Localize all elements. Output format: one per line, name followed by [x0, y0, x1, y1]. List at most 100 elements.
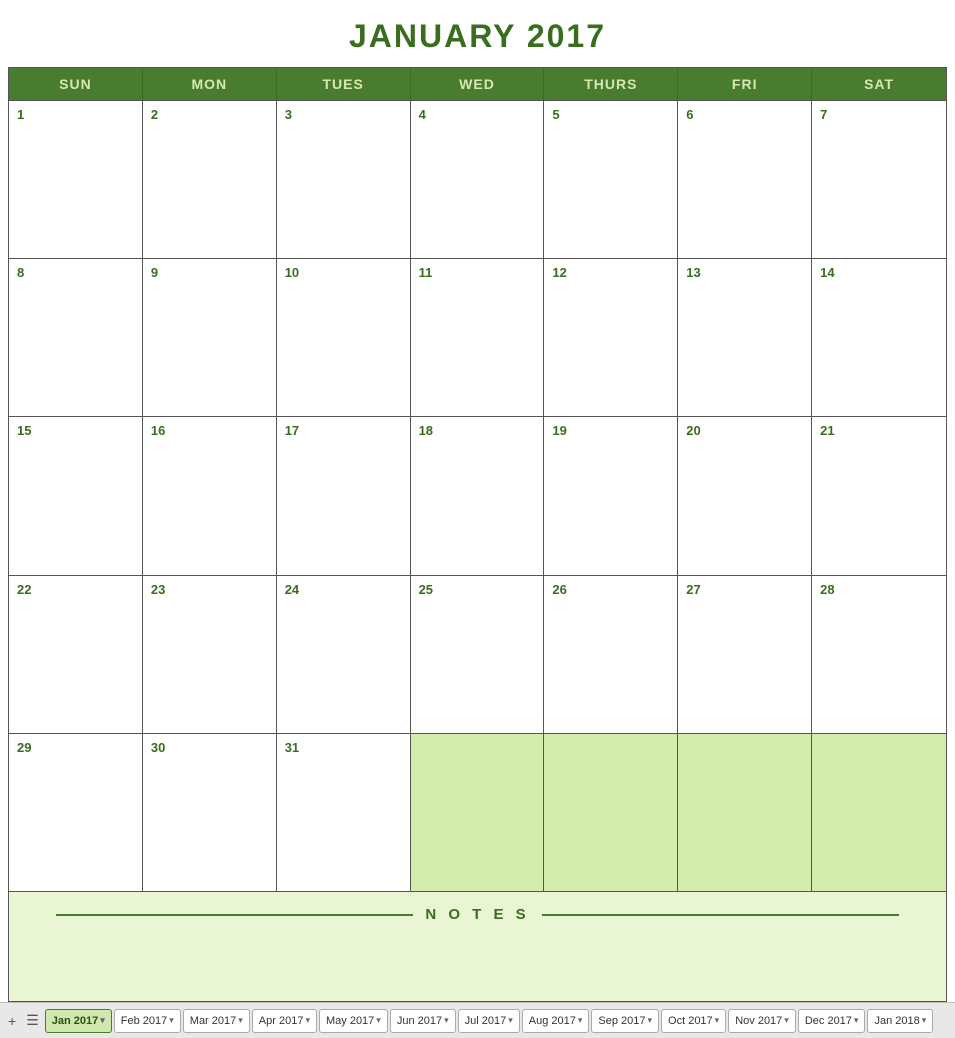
day-header-tues: TUES [277, 68, 411, 100]
day-number: 18 [419, 423, 536, 438]
week-row-1: 1234567 [9, 100, 946, 258]
day-cell-5[interactable]: 5 [544, 101, 678, 258]
day-number: 27 [686, 582, 803, 597]
day-cell-empty-3[interactable] [411, 734, 545, 891]
tab-dropdown-arrow[interactable]: ▾ [508, 1015, 513, 1026]
tab-dropdown-arrow[interactable]: ▾ [238, 1015, 243, 1026]
tab-dropdown-arrow[interactable]: ▾ [169, 1015, 174, 1026]
tab-dropdown-arrow[interactable]: ▾ [922, 1015, 927, 1026]
day-cell-7[interactable]: 7 [812, 101, 946, 258]
notes-label-row: N O T E S [56, 906, 899, 923]
notes-line-right [542, 914, 899, 916]
add-tab-icon[interactable]: + [4, 1013, 20, 1029]
day-cell-6[interactable]: 6 [678, 101, 812, 258]
day-cell-24[interactable]: 24 [277, 576, 411, 733]
day-number: 5 [552, 107, 669, 122]
day-cell-25[interactable]: 25 [411, 576, 545, 733]
tab-nov-2017[interactable]: Nov 2017 ▾ [728, 1009, 796, 1033]
day-number: 9 [151, 265, 268, 280]
day-cell-15[interactable]: 15 [9, 417, 143, 574]
tab-dropdown-arrow[interactable]: ▾ [784, 1015, 789, 1026]
day-cell-8[interactable]: 8 [9, 259, 143, 416]
tab-feb-2017[interactable]: Feb 2017 ▾ [114, 1009, 181, 1033]
day-number: 7 [820, 107, 938, 122]
tab-oct-2017[interactable]: Oct 2017 ▾ [661, 1009, 726, 1033]
day-number: 11 [419, 265, 536, 280]
day-number: 28 [820, 582, 938, 597]
day-number: 10 [285, 265, 402, 280]
tab-sep-2017[interactable]: Sep 2017 ▾ [591, 1009, 659, 1033]
day-header-sun: SUN [9, 68, 143, 100]
day-header-fri: FRI [678, 68, 812, 100]
tab-jul-2017[interactable]: Jul 2017 ▾ [458, 1009, 520, 1033]
day-cell-3[interactable]: 3 [277, 101, 411, 258]
day-number: 29 [17, 740, 134, 755]
day-cell-16[interactable]: 16 [143, 417, 277, 574]
day-number: 22 [17, 582, 134, 597]
day-cell-31[interactable]: 31 [277, 734, 411, 891]
tab-dec-2017[interactable]: Dec 2017 ▾ [798, 1009, 866, 1033]
tab-mar-2017[interactable]: Mar 2017 ▾ [183, 1009, 250, 1033]
tab-dropdown-arrow[interactable]: ▾ [578, 1015, 583, 1026]
day-number: 12 [552, 265, 669, 280]
day-number: 8 [17, 265, 134, 280]
day-number: 23 [151, 582, 268, 597]
day-cell-20[interactable]: 20 [678, 417, 812, 574]
day-cell-13[interactable]: 13 [678, 259, 812, 416]
day-cell-21[interactable]: 21 [812, 417, 946, 574]
weeks-area: 1234567891011121314151617181920212223242… [9, 100, 946, 891]
notes-label: N O T E S [425, 906, 529, 923]
day-cell-12[interactable]: 12 [544, 259, 678, 416]
day-cell-23[interactable]: 23 [143, 576, 277, 733]
day-cell-19[interactable]: 19 [544, 417, 678, 574]
day-cell-27[interactable]: 27 [678, 576, 812, 733]
tab-dropdown-arrow[interactable]: ▾ [854, 1015, 859, 1026]
day-cell-29[interactable]: 29 [9, 734, 143, 891]
day-cell-4[interactable]: 4 [411, 101, 545, 258]
notes-line-left [56, 914, 413, 916]
day-cell-empty-6[interactable] [812, 734, 946, 891]
calendar-container: JANUARY 2017 SUNMONTUESWEDTHURSFRISAT 12… [0, 0, 955, 1002]
day-cell-18[interactable]: 18 [411, 417, 545, 574]
day-cell-22[interactable]: 22 [9, 576, 143, 733]
day-cell-9[interactable]: 9 [143, 259, 277, 416]
tab-dropdown-arrow[interactable]: ▾ [376, 1015, 381, 1026]
day-number: 16 [151, 423, 268, 438]
day-header-thurs: THURS [544, 68, 678, 100]
day-header-sat: SAT [812, 68, 946, 100]
day-cell-empty-5[interactable] [678, 734, 812, 891]
tab-dropdown-arrow[interactable]: ▾ [648, 1015, 653, 1026]
menu-icon[interactable]: ☰ [22, 1012, 43, 1029]
tab-may-2017[interactable]: May 2017 ▾ [319, 1009, 388, 1033]
day-number: 1 [17, 107, 134, 122]
day-cell-28[interactable]: 28 [812, 576, 946, 733]
tab-jun-2017[interactable]: Jun 2017 ▾ [390, 1009, 456, 1033]
day-cell-30[interactable]: 30 [143, 734, 277, 891]
day-number: 3 [285, 107, 402, 122]
day-number: 30 [151, 740, 268, 755]
day-cell-2[interactable]: 2 [143, 101, 277, 258]
tab-dropdown-arrow[interactable]: ▾ [715, 1015, 720, 1026]
day-header-wed: WED [411, 68, 545, 100]
tab-jan-2017[interactable]: Jan 2017 ▾ [45, 1009, 112, 1033]
tab-apr-2017[interactable]: Apr 2017 ▾ [252, 1009, 317, 1033]
day-cell-17[interactable]: 17 [277, 417, 411, 574]
day-cell-10[interactable]: 10 [277, 259, 411, 416]
day-cell-14[interactable]: 14 [812, 259, 946, 416]
day-number: 26 [552, 582, 669, 597]
day-cell-empty-4[interactable] [544, 734, 678, 891]
tab-aug-2017[interactable]: Aug 2017 ▾ [522, 1009, 590, 1033]
day-header-mon: MON [143, 68, 277, 100]
week-row-5: 29 30 31 [9, 733, 946, 891]
day-cell-1[interactable]: 1 [9, 101, 143, 258]
week-row-2: 8 9 10 11 12 13 14 [9, 258, 946, 416]
month-title: JANUARY 2017 [8, 8, 947, 67]
tab-dropdown-arrow[interactable]: ▾ [444, 1015, 449, 1026]
tab-dropdown-arrow[interactable]: ▾ [305, 1015, 310, 1026]
tab-jan-2018[interactable]: Jan 2018 ▾ [867, 1009, 933, 1033]
day-cell-26[interactable]: 26 [544, 576, 678, 733]
day-headers: SUNMONTUESWEDTHURSFRISAT [9, 68, 946, 100]
day-cell-11[interactable]: 11 [411, 259, 545, 416]
tab-dropdown-arrow[interactable]: ▾ [100, 1015, 105, 1026]
day-number: 14 [820, 265, 938, 280]
